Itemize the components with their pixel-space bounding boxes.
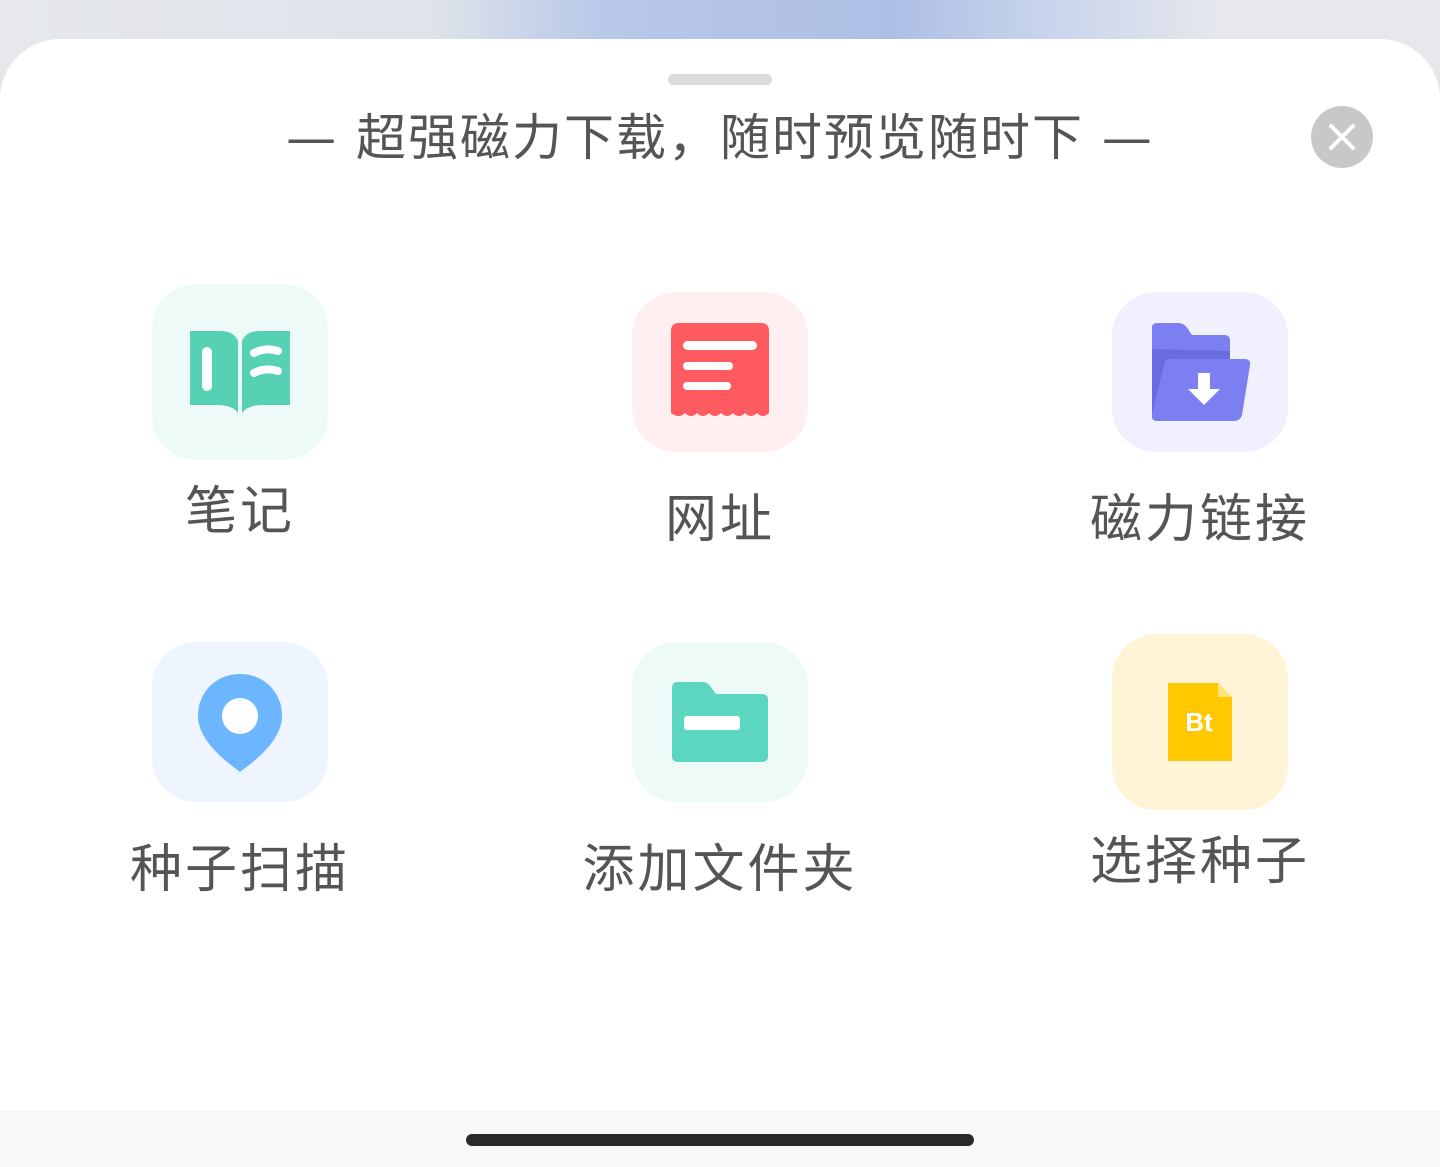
sheet-title: — 超强磁力下载，随时预览随时下 — <box>286 109 1154 167</box>
action-url[interactable]: 网址 <box>540 292 900 572</box>
folder-download-icon <box>1152 323 1251 421</box>
close-button[interactable] <box>1311 106 1373 168</box>
drag-handle[interactable] <box>668 74 772 85</box>
action-label: 网址 <box>664 490 775 550</box>
document-list-icon <box>671 323 769 416</box>
folder-icon <box>672 682 768 762</box>
action-label: 磁力链接 <box>1089 490 1310 550</box>
action-magnet[interactable]: 磁力链接 <box>1020 292 1380 572</box>
action-label: 笔记 <box>184 482 295 542</box>
url-tile <box>632 292 808 452</box>
action-label: 选择种子 <box>1089 832 1310 892</box>
action-select-seed[interactable]: Bt 选择种子 <box>1020 634 1380 914</box>
home-indicator[interactable] <box>466 1134 974 1146</box>
bt-badge: Bt <box>1185 707 1213 737</box>
book-icon <box>190 331 290 413</box>
select-seed-tile: Bt <box>1112 634 1288 810</box>
bottom-sheet: — 超强磁力下载，随时预览随时下 — 笔记 网址 磁力链接 种子扫描 添加文件夹… <box>0 39 1440 1167</box>
action-label: 种子扫描 <box>129 840 350 900</box>
magnet-tile <box>1112 292 1288 452</box>
action-add-folder[interactable]: 添加文件夹 <box>540 642 900 922</box>
bt-file-icon: Bt <box>1168 683 1232 761</box>
note-tile <box>152 284 328 460</box>
home-indicator-area <box>0 1111 1440 1167</box>
action-label: 添加文件夹 <box>582 840 858 900</box>
location-pin-icon <box>198 674 282 772</box>
add-folder-tile <box>632 642 808 802</box>
action-note[interactable]: 笔记 <box>60 284 420 564</box>
seed-scan-tile <box>152 642 328 802</box>
action-seed-scan[interactable]: 种子扫描 <box>60 642 420 922</box>
close-icon <box>1329 124 1355 150</box>
